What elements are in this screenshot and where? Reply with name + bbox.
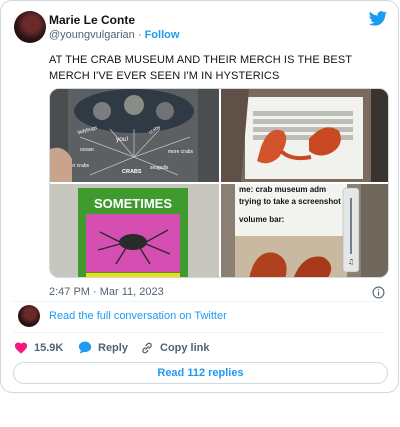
like-count: 15.9K	[34, 341, 64, 354]
separator: ·	[137, 29, 142, 41]
media-grid[interactable]: you! ladybugs crabs other crabs seagulls…	[49, 88, 389, 278]
author-handle[interactable]: @youngvulgarian	[49, 29, 135, 41]
divider	[13, 301, 386, 302]
read-conversation-link[interactable]: Read the full conversation on Twitter	[49, 310, 227, 322]
meme-line-1: me: crab museum adm	[239, 185, 326, 194]
meme-line-2: trying to take a screenshot	[239, 197, 341, 206]
poster-graphic: you! ladybugs crabs other crabs seagulls…	[50, 89, 219, 182]
read-replies-button[interactable]: Read 112 replies	[13, 362, 388, 384]
media-image-4[interactable]: me: crab museum adm trying to take a scr…	[221, 184, 388, 277]
link-icon	[142, 342, 152, 354]
tweet-card: Marie Le Conte @youngvulgarian · Follow …	[0, 0, 399, 393]
poster-label: ocean	[80, 147, 94, 153]
info-icon[interactable]	[372, 286, 385, 299]
poster-label: you!	[116, 136, 128, 143]
twitter-bird-icon[interactable]	[369, 11, 387, 26]
meme-line-3: volume bar:	[239, 215, 284, 224]
reply-button[interactable]: Reply	[78, 341, 128, 354]
media-image-1[interactable]: you! ladybugs crabs other crabs seagulls…	[50, 89, 219, 182]
poster-label: CRABS	[122, 169, 142, 175]
timestamp[interactable]: 2:47 PM · Mar 11, 2023	[49, 286, 164, 298]
media-image-2[interactable]	[221, 89, 388, 182]
volume-meme-graphic: me: crab museum adm trying to take a scr…	[221, 184, 388, 277]
reply-bubble-icon	[78, 341, 92, 354]
reply-label: Reply	[98, 341, 128, 354]
copy-link-button[interactable]: Copy link	[140, 341, 210, 355]
crab-keyboard-graphic	[221, 89, 388, 182]
poster-label: seagulls	[150, 165, 169, 171]
divider	[13, 332, 386, 333]
svg-text:♫: ♫	[348, 258, 354, 266]
author-name[interactable]: Marie Le Conte	[49, 13, 135, 27]
follow-button[interactable]: Follow	[145, 29, 180, 41]
copy-link-label: Copy link	[160, 342, 210, 354]
author-handle-row: @youngvulgarian · Follow	[49, 29, 179, 41]
conversation-avatar	[18, 305, 40, 327]
author-avatar[interactable]	[14, 11, 46, 43]
media-image-3[interactable]: SOMETIMES	[50, 184, 219, 277]
tweet-text: AT THE CRAB MUSEUM AND THEIR MERCH IS TH…	[49, 54, 352, 82]
heart-icon	[14, 342, 28, 354]
card-title: SOMETIMES	[94, 196, 172, 211]
poster-label: more crabs	[168, 149, 194, 155]
like-button[interactable]: 15.9K	[14, 341, 63, 354]
sometimes-card-graphic: SOMETIMES	[50, 184, 219, 277]
